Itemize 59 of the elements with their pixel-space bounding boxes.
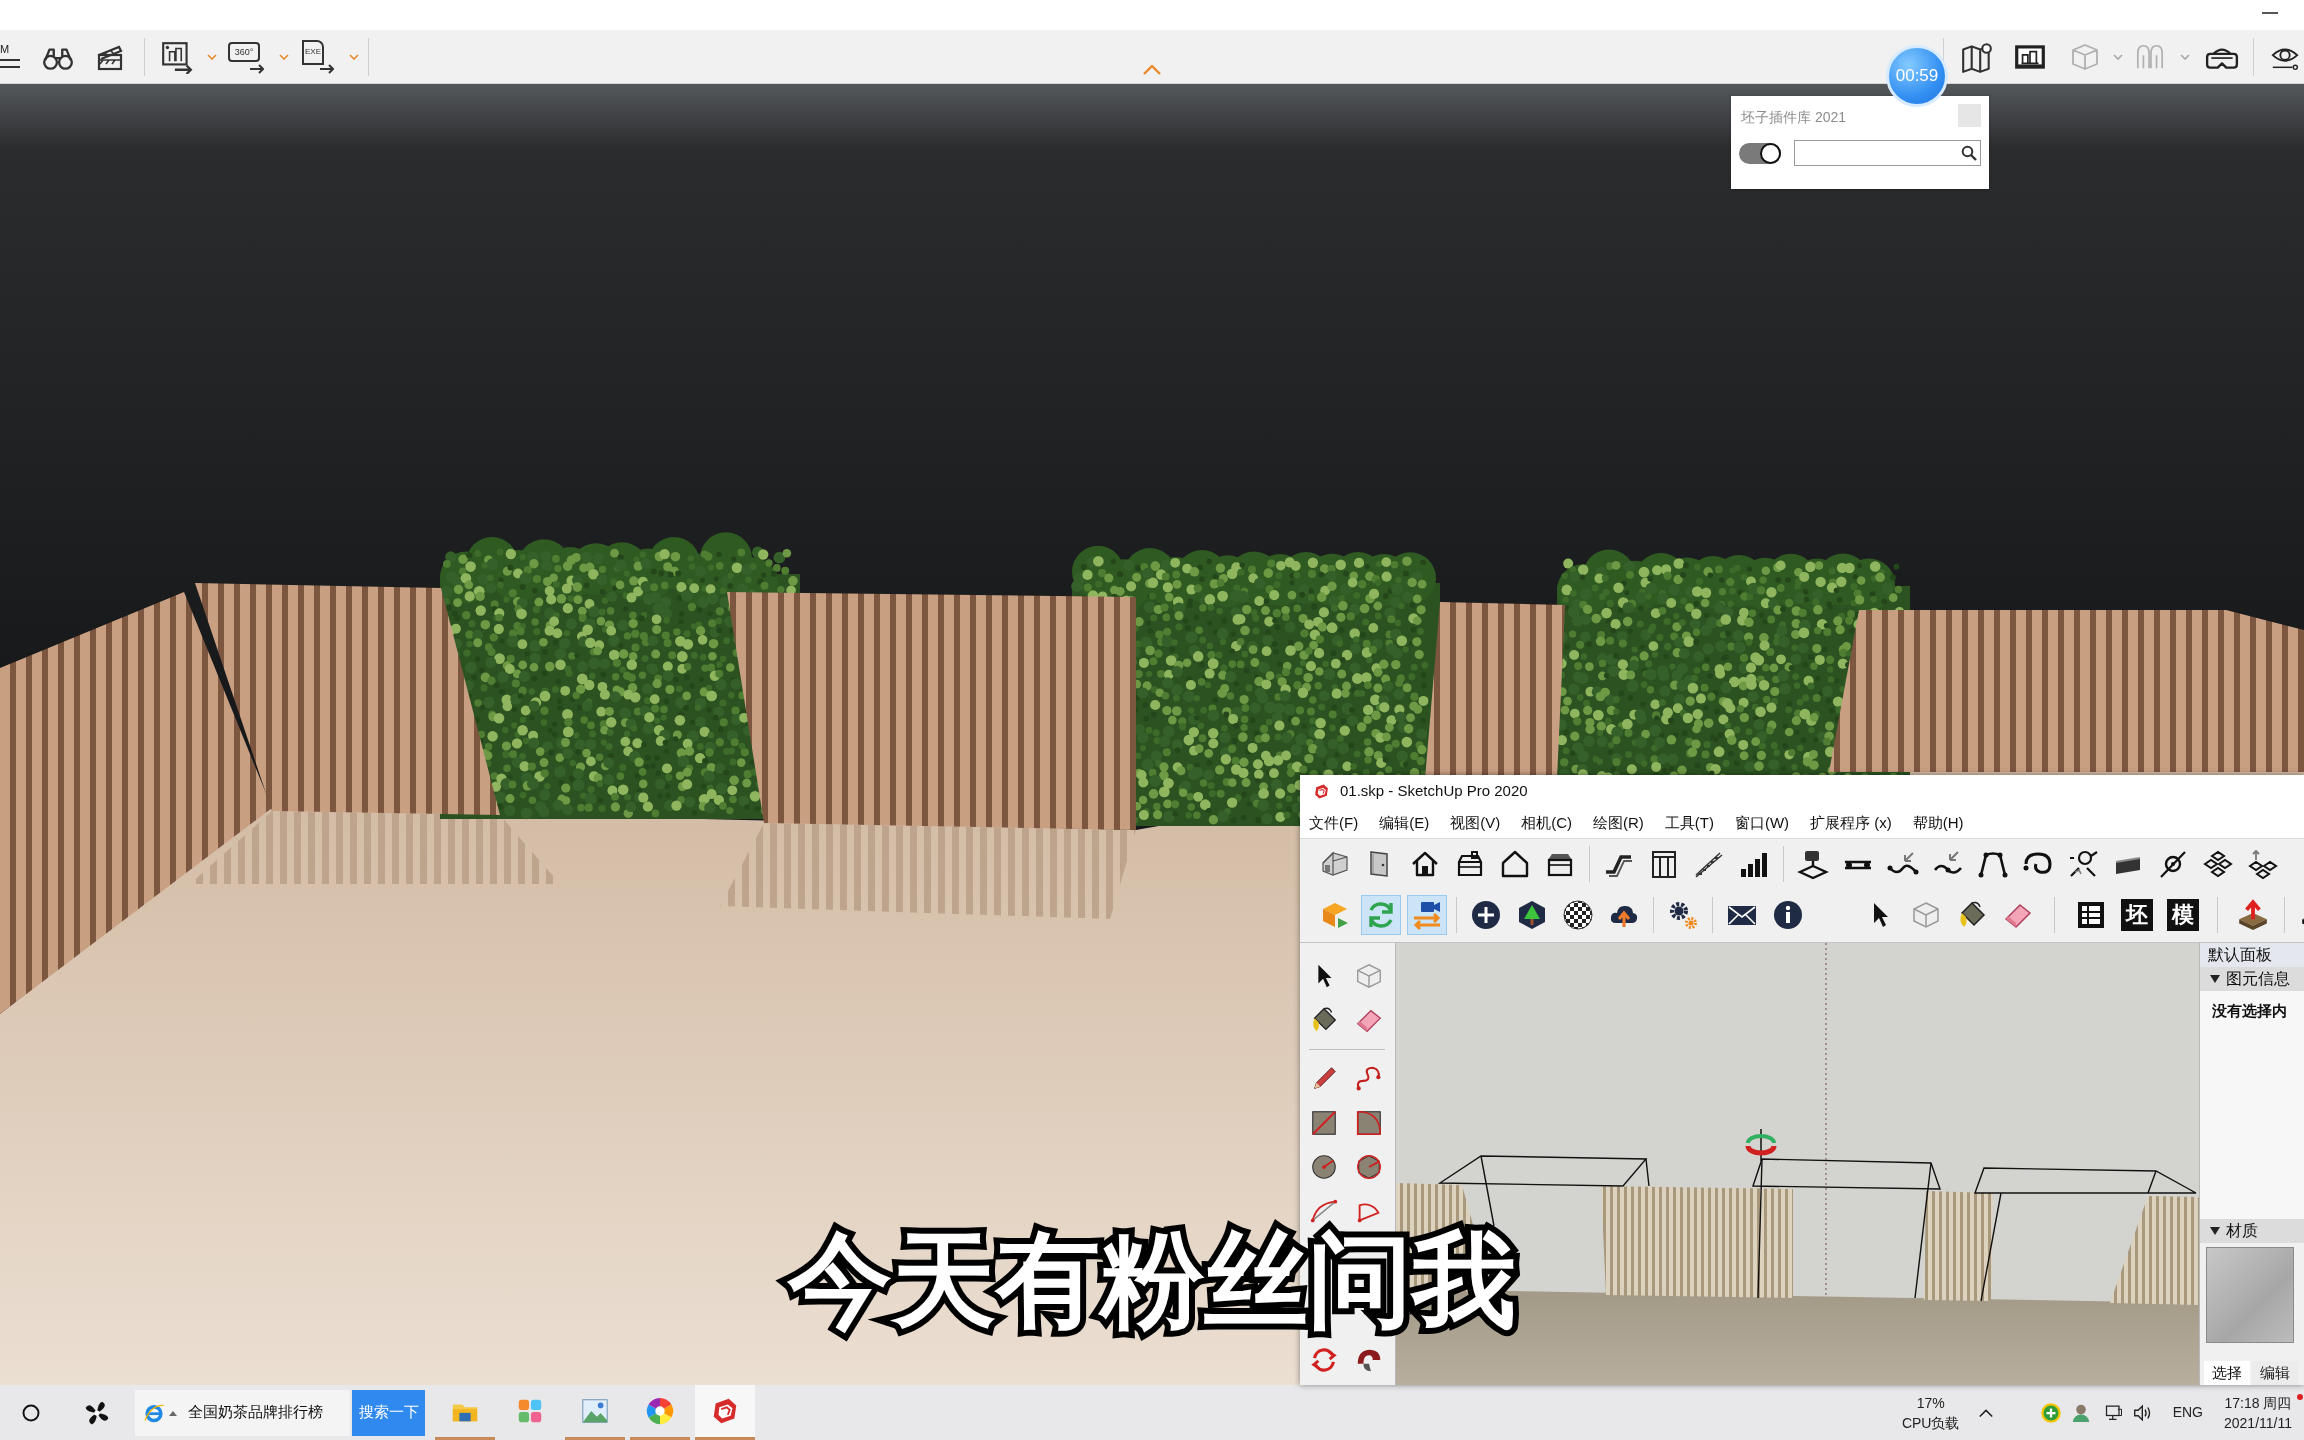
- toggle-button[interactable]: [1407, 895, 1447, 935]
- menu-item[interactable]: 相机(C): [1521, 811, 1572, 835]
- arrow-icon: [249, 63, 264, 74]
- material-swatch[interactable]: [2206, 1247, 2294, 1343]
- rotated-rectangle-icon[interactable]: [1354, 1108, 1384, 1138]
- picture-icon: [580, 1396, 610, 1426]
- popup-title: 坯子插件库 2021: [1740, 108, 1847, 127]
- menu-item[interactable]: 文件(F): [1309, 811, 1359, 835]
- cpu-percent: 17%: [1916, 1393, 1945, 1413]
- panel-tab[interactable]: 编辑: [2252, 1361, 2298, 1385]
- clock-date[interactable]: 2021/11/11: [2224, 1412, 2292, 1433]
- arrow-icon: [319, 63, 334, 74]
- caret-up-icon: [169, 1409, 177, 1416]
- menu-item[interactable]: 视图(V): [1450, 811, 1501, 835]
- plugin-glyph-button[interactable]: 模: [2167, 899, 2199, 931]
- info-icon[interactable]: [1772, 899, 1804, 931]
- search-field[interactable]: [1793, 140, 1981, 166]
- toggle-switch[interactable]: [1739, 142, 1781, 164]
- search-button[interactable]: 搜索一下: [352, 1389, 425, 1436]
- toggle-button[interactable]: [1361, 895, 1401, 935]
- polygon-tool-icon[interactable]: [1354, 1152, 1384, 1182]
- expand-caret-icon[interactable]: [2210, 1227, 2220, 1235]
- tree-icon[interactable]: [1516, 899, 1548, 931]
- selection-info-text: 没有选择内: [2212, 1002, 2287, 1019]
- menu-item[interactable]: 工具(T): [1664, 811, 1714, 835]
- push-pull-icon[interactable]: [2236, 898, 2270, 932]
- diamonds-arrow-icon[interactable]: [2247, 847, 2279, 880]
- cpu-label: CPU负载: [1901, 1413, 1960, 1433]
- menu-button[interactable]: M: [0, 36, 22, 77]
- menu-item[interactable]: 扩展程序 (x): [1810, 811, 1892, 835]
- plus-circle-icon[interactable]: [1470, 899, 1502, 931]
- gears-icon[interactable]: [1667, 899, 1699, 931]
- image-export-icon[interactable]: [160, 39, 194, 74]
- menu-item[interactable]: 绘图(R): [1593, 811, 1644, 835]
- notification-dot-icon: [2297, 1393, 2303, 1400]
- menu-icon: [0, 57, 20, 69]
- orbit-icon[interactable]: [1309, 1345, 1339, 1375]
- menu-item[interactable]: 窗口(W): [1734, 811, 1790, 835]
- plugin-glyph-button[interactable]: 坯: [2121, 899, 2153, 931]
- taskbar-app-button[interactable]: [695, 1385, 755, 1440]
- color-wheel-icon: [645, 1396, 675, 1426]
- search-icon[interactable]: [1961, 145, 1977, 161]
- expand-caret-icon[interactable]: [2210, 975, 2220, 983]
- checker-sphere-icon[interactable]: [1562, 899, 1594, 931]
- table-icon[interactable]: [2075, 899, 2107, 931]
- panel-title: 默认面板: [2208, 945, 2272, 965]
- sketchup-logo-icon: [1313, 783, 1330, 800]
- network-icon[interactable]: [2103, 1402, 2124, 1423]
- search-field[interactable]: 全国奶茶品牌排行榜: [135, 1389, 350, 1436]
- language-indicator[interactable]: ENG: [2172, 1402, 2203, 1423]
- camera-arrows-icon: [1411, 899, 1443, 931]
- window-title: 01.skp - SketchUp Pro 2020: [1340, 781, 1528, 802]
- circle-tool-icon[interactable]: [1309, 1152, 1339, 1182]
- menu-item[interactable]: 编辑(E): [1379, 811, 1430, 835]
- clock-time[interactable]: 17:18 周四: [2224, 1392, 2292, 1413]
- rectangle-tool-icon[interactable]: [1309, 1108, 1339, 1138]
- add-circle-icon[interactable]: [2038, 1400, 2063, 1425]
- menu-item[interactable]: 帮助(H): [1912, 811, 1964, 835]
- panel-tab[interactable]: 选择: [2204, 1361, 2250, 1385]
